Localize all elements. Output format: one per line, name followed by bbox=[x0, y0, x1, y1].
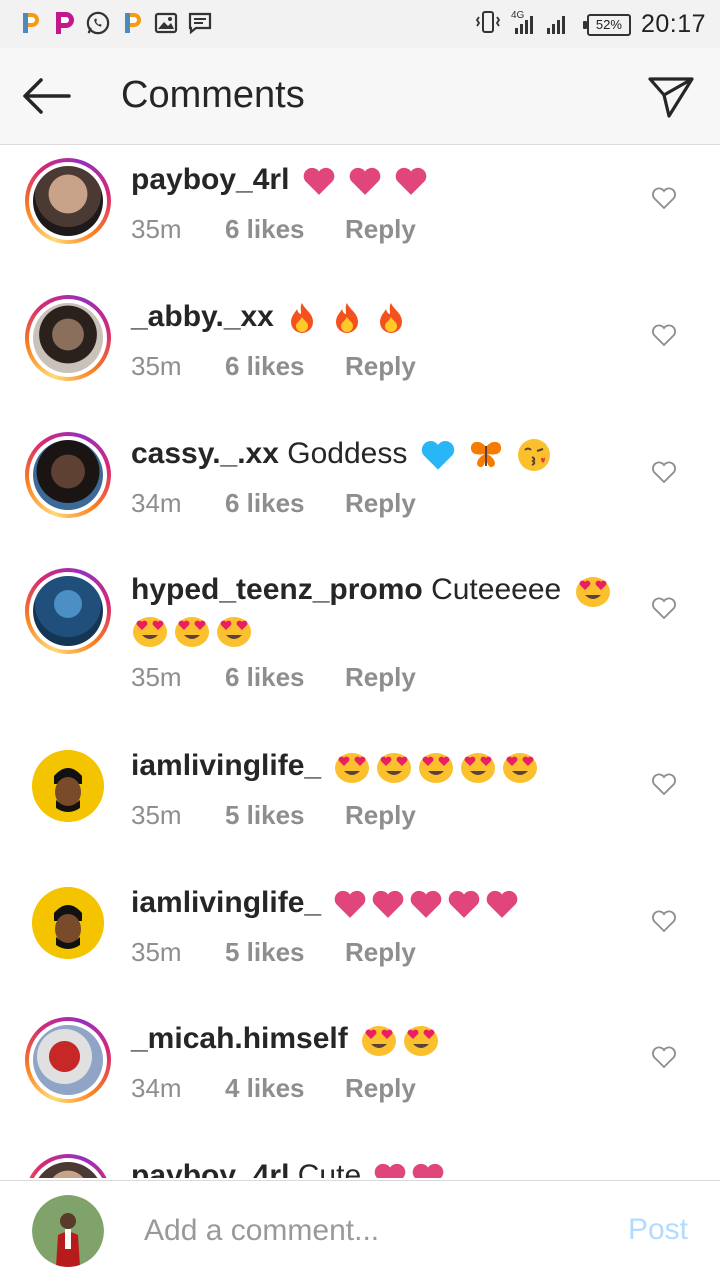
comment-text: Cute bbox=[297, 1159, 362, 1178]
message-icon bbox=[188, 10, 212, 36]
like-button[interactable] bbox=[650, 321, 678, 349]
avatar[interactable] bbox=[32, 887, 104, 959]
heart-emoji bbox=[298, 163, 429, 196]
comment-likes[interactable]: 5 likes bbox=[225, 937, 345, 968]
comment-text: Cuteeeee bbox=[431, 573, 562, 606]
comment-composer: Post bbox=[0, 1180, 720, 1280]
avatar[interactable] bbox=[32, 750, 104, 822]
heart-outline-icon bbox=[652, 187, 676, 210]
reply-button[interactable]: Reply bbox=[345, 800, 416, 831]
comment-likes[interactable]: 6 likes bbox=[225, 488, 345, 519]
heart-outline-icon bbox=[652, 910, 676, 933]
reply-button[interactable]: Reply bbox=[345, 351, 416, 382]
comment-time: 35m bbox=[131, 800, 182, 830]
comment-username[interactable]: iamlivinglife_ bbox=[131, 886, 321, 919]
comment-item: payboy_4rl Cute bbox=[0, 1154, 720, 1178]
comment-time: 35m bbox=[131, 214, 182, 244]
like-button[interactable] bbox=[650, 1043, 678, 1071]
comments-list: payboy_4rl 35m 6 likes Reply _abby._xx 3… bbox=[0, 146, 720, 1178]
comments-header: Comments bbox=[0, 48, 720, 145]
picsart-p-icon bbox=[52, 10, 76, 36]
comment-item: cassy._.xx Goddess 34m 6 likes Reply bbox=[0, 432, 720, 542]
heart-outline-icon bbox=[652, 773, 676, 796]
like-button[interactable] bbox=[650, 458, 678, 486]
status-bar: 4G 52% 20:17 bbox=[0, 0, 720, 48]
comment-username[interactable]: payboy_4rl bbox=[131, 163, 289, 196]
back-button[interactable] bbox=[18, 70, 74, 122]
comment-username[interactable]: _abby._xx bbox=[131, 300, 274, 333]
comment-username[interactable]: iamlivinglife_ bbox=[131, 749, 321, 782]
heart-eyes-emoji-row bbox=[131, 613, 253, 648]
reply-button[interactable]: Reply bbox=[345, 214, 416, 245]
heart-outline-icon bbox=[652, 597, 676, 620]
comment-username[interactable]: hyped_teenz_promo bbox=[131, 573, 423, 606]
notification-icons bbox=[18, 10, 212, 36]
avatar[interactable] bbox=[25, 1154, 111, 1178]
comment-likes[interactable]: 6 likes bbox=[225, 351, 345, 382]
comment-username[interactable]: cassy._.xx bbox=[131, 437, 279, 470]
comment-time: 35m bbox=[131, 351, 182, 381]
comment-likes[interactable]: 4 likes bbox=[225, 1073, 345, 1104]
heart-emoji bbox=[329, 886, 519, 919]
comment-likes[interactable]: 6 likes bbox=[225, 214, 345, 245]
heart-emoji bbox=[369, 1159, 445, 1178]
comment-likes[interactable]: 6 likes bbox=[225, 662, 345, 693]
avatar[interactable] bbox=[25, 158, 111, 244]
comment-likes[interactable]: 5 likes bbox=[225, 800, 345, 831]
heart-eyes-emoji bbox=[356, 1022, 440, 1057]
whatsapp-icon bbox=[86, 10, 110, 36]
heart-eyes-emoji bbox=[561, 573, 611, 608]
comment-item: _abby._xx 35m 6 likes Reply bbox=[0, 295, 720, 405]
heart-outline-icon bbox=[652, 461, 676, 484]
post-button[interactable]: Post bbox=[628, 1213, 688, 1247]
comment-text: Goddess bbox=[287, 437, 408, 470]
emoji-group bbox=[416, 437, 553, 472]
comment-time: 35m bbox=[131, 662, 182, 692]
arrow-left-icon bbox=[23, 78, 71, 114]
system-status: 4G 52% 20:17 bbox=[475, 8, 706, 41]
like-button[interactable] bbox=[650, 907, 678, 935]
comment-item: iamlivinglife_ 35m 5 likes Reply bbox=[0, 881, 720, 991]
vibrate-icon bbox=[475, 9, 501, 40]
like-button[interactable] bbox=[650, 594, 678, 622]
page-title: Comments bbox=[121, 74, 305, 116]
kiss-emoji bbox=[518, 439, 551, 472]
battery-icon: 52% bbox=[582, 13, 631, 36]
heart-outline-icon bbox=[652, 1046, 676, 1069]
like-button[interactable] bbox=[650, 770, 678, 798]
comment-username[interactable]: _micah.himself bbox=[131, 1022, 348, 1055]
heart-eyes-emoji bbox=[329, 749, 539, 784]
reply-button[interactable]: Reply bbox=[345, 488, 416, 519]
comment-time: 35m bbox=[131, 937, 182, 967]
reply-button[interactable]: Reply bbox=[345, 1073, 416, 1104]
comment-item: iamlivinglife_ 35m 5 likes Reply bbox=[0, 744, 720, 854]
butterfly-emoji bbox=[470, 441, 502, 468]
share-button[interactable] bbox=[644, 70, 698, 124]
pocket-app-icon bbox=[18, 10, 42, 36]
reply-button[interactable]: Reply bbox=[345, 662, 416, 693]
avatar[interactable] bbox=[25, 568, 111, 654]
current-user-avatar bbox=[32, 1195, 104, 1267]
comment-item: _micah.himself 34m 4 likes Reply bbox=[0, 1017, 720, 1127]
avatar[interactable] bbox=[25, 432, 111, 518]
comment-username[interactable]: payboy_4rl bbox=[131, 1159, 289, 1178]
comment-item: hyped_teenz_promo Cuteeeee 35m 6 likes R… bbox=[0, 568, 720, 718]
avatar[interactable] bbox=[25, 295, 111, 381]
signal-4g-icon: 4G bbox=[511, 8, 577, 41]
like-button[interactable] bbox=[650, 184, 678, 212]
comment-time: 34m bbox=[131, 1073, 182, 1103]
pocket-app-icon-2 bbox=[120, 10, 144, 36]
clock: 20:17 bbox=[640, 10, 706, 38]
comment-item: payboy_4rl 35m 6 likes Reply bbox=[0, 158, 720, 268]
svg-text:4G: 4G bbox=[511, 10, 525, 21]
gallery-icon bbox=[154, 10, 178, 36]
send-icon bbox=[648, 77, 694, 118]
fire-emoji bbox=[282, 300, 407, 334]
comment-time: 34m bbox=[131, 488, 182, 518]
reply-button[interactable]: Reply bbox=[345, 937, 416, 968]
comment-input[interactable] bbox=[144, 1209, 584, 1253]
heart-outline-icon bbox=[652, 324, 676, 347]
avatar[interactable] bbox=[25, 1017, 111, 1103]
blue-heart-emoji bbox=[421, 441, 454, 470]
